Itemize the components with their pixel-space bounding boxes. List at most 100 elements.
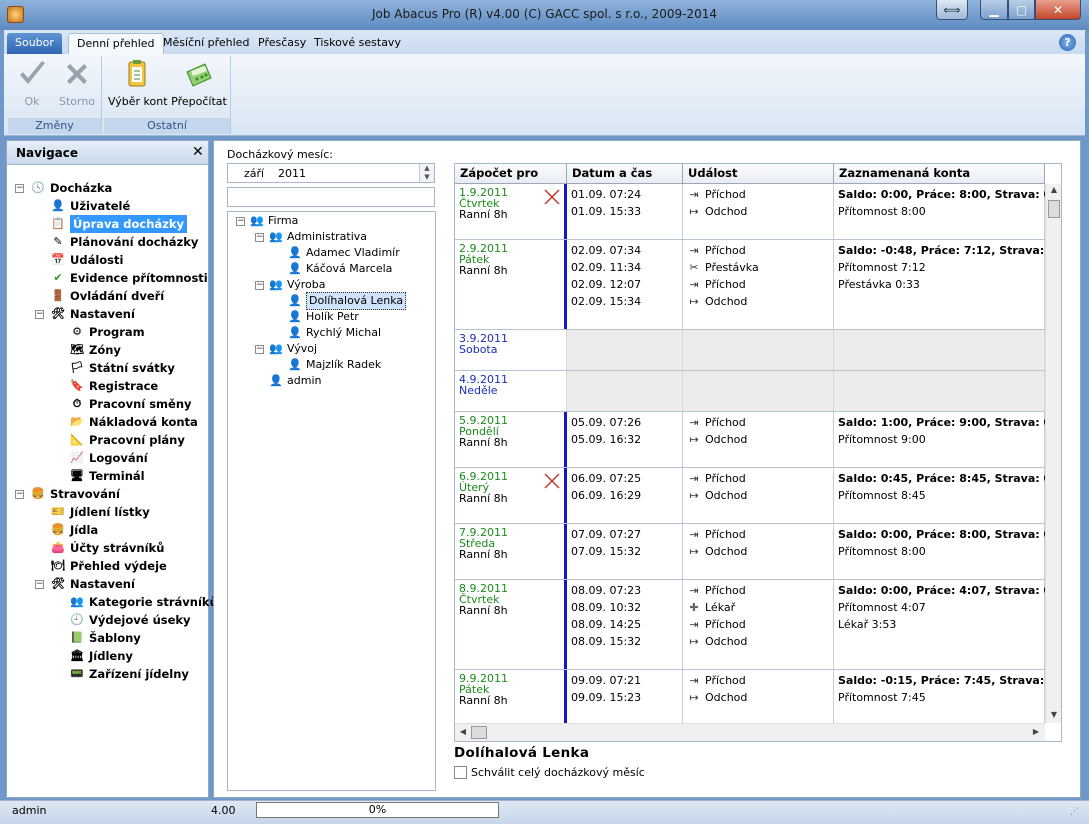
event-text: Příchod: [705, 674, 746, 687]
tab-prescasy[interactable]: Přesčasy: [250, 33, 314, 54]
nav-item-zarizeni-jidelny[interactable]: 📟 Zařízení jídelny: [70, 665, 189, 683]
nav-item-registrace[interactable]: 🔖 Registrace: [70, 377, 158, 395]
collapse-toggle[interactable]: −: [15, 184, 24, 193]
month-picker[interactable]: září 2011 ▲ ▼: [227, 163, 435, 183]
approve-month-checkbox[interactable]: Schválit celý docházkový měsíc: [454, 766, 645, 779]
nav-item-pracovni-smeny[interactable]: ⏱ Pracovní směny: [70, 395, 192, 413]
help-icon[interactable]: ?: [1059, 34, 1076, 51]
nav-item-jidleny[interactable]: 🏛 Jídleny: [70, 647, 133, 665]
nav-item-uzivatele[interactable]: 👤 Uživatelé: [51, 197, 130, 215]
nav-item-program[interactable]: ⚙ Program: [70, 323, 145, 341]
column-header-udalost[interactable]: Událost: [683, 164, 834, 184]
tree-node-firma[interactable]: 👥 Firma: [249, 213, 298, 229]
tab-tiskove-sestavy[interactable]: Tiskové sestavy: [306, 33, 409, 54]
scroll-left-icon[interactable]: ◀: [458, 727, 468, 739]
vyber-kont-button[interactable]: Výběr kont: [108, 58, 168, 108]
vertical-scrollbar[interactable]: ▲ ▼: [1045, 184, 1061, 723]
collapse-toggle[interactable]: −: [255, 345, 264, 354]
nav-item-kategorie-stravniku[interactable]: 👥 Kategorie strávníků: [70, 593, 218, 611]
nav-label: Státní svátky: [89, 361, 175, 375]
table-row-weekend[interactable]: 3.9.2011 Sobota: [455, 330, 1045, 371]
table-row[interactable]: 7.9.2011 Středa Ranní 8h 07.09. 07:27 07…: [455, 524, 1061, 580]
collapse-toggle[interactable]: −: [236, 217, 245, 226]
table-row[interactable]: 8.9.2011 Čtvrtek Ranní 8h 08.09. 07:23 0…: [455, 580, 1061, 670]
nav-item-udalosti[interactable]: 📅 Události: [51, 251, 123, 269]
spin-up-icon[interactable]: ▲: [420, 164, 434, 173]
scroll-thumb[interactable]: [1048, 200, 1060, 218]
collapse-toggle[interactable]: −: [35, 310, 44, 319]
nav-item-ucty-stravniku[interactable]: 👛 Účty strávníků: [51, 539, 164, 557]
storno-button[interactable]: Storno: [56, 58, 98, 108]
nav-item-vydejove-useky[interactable]: 🕘 Výdejové úseky: [70, 611, 190, 629]
nav-item-stravovani[interactable]: 🍔 Stravování: [31, 485, 120, 503]
nav-item-logovani[interactable]: 📈 Logování: [70, 449, 148, 467]
tree-node-administrativa[interactable]: 👥 Administrativa: [268, 229, 367, 245]
scroll-right-icon[interactable]: ▶: [1031, 727, 1041, 739]
ok-button[interactable]: Ok: [12, 58, 52, 108]
nav-item-terminal[interactable]: 🖥 Terminál: [70, 467, 145, 485]
collapse-toggle[interactable]: −: [15, 490, 24, 499]
nav-item-jidelni-listky[interactable]: 🎫 Jídlení lístky: [51, 503, 150, 521]
filter-input[interactable]: [227, 187, 435, 207]
month-spinner[interactable]: ▲ ▼: [419, 164, 434, 182]
nav-item-zony[interactable]: 🗺 Zóny: [70, 341, 121, 359]
nav-item-planovani[interactable]: ✎ Plánování docházky: [51, 233, 198, 251]
nav-item-ovladani-dveri[interactable]: 🚪 Ovládání dveří: [51, 287, 164, 305]
collapse-toggle[interactable]: −: [255, 281, 264, 290]
collapse-toggle[interactable]: −: [255, 233, 264, 242]
maximize-button[interactable]: ▢: [1008, 0, 1035, 20]
resize-grip-icon[interactable]: ⋰: [1070, 807, 1079, 817]
checkbox-box[interactable]: [454, 766, 467, 779]
scroll-down-icon[interactable]: ▼: [1048, 710, 1060, 722]
nav-item-dochazka[interactable]: 🕓 Docházka: [31, 179, 112, 197]
tab-soubor[interactable]: Soubor: [7, 33, 62, 54]
hscroll-thumb[interactable]: [471, 726, 487, 739]
tree-node-admin[interactable]: 👤 admin: [268, 373, 321, 389]
nav-item-prehled-vydeje[interactable]: 🍽 Přehled výdeje: [51, 557, 167, 575]
nav-close-icon[interactable]: ✕: [192, 144, 204, 160]
minimize-button[interactable]: ▁: [980, 0, 1008, 20]
tree-node-vyroba[interactable]: 👥 Výroba: [268, 277, 325, 293]
table-row[interactable]: 9.9.2011 Pátek Ranní 8h 09.09. 07:21 09.…: [455, 670, 1061, 726]
cell-udalost: ⇥ Příchod ✂ Přestávka ⇥ Příchod ↦ Odchod: [683, 240, 834, 329]
tab-mesicni-prehled[interactable]: Měsíční přehled: [155, 33, 257, 54]
tree-node-vyvoj[interactable]: 👥 Vývoj: [268, 341, 317, 357]
tree-node-employee[interactable]: 👤 Adamec Vladimír: [287, 245, 400, 261]
column-header-konta[interactable]: Zaznamenaná konta: [834, 164, 1045, 184]
nav-item-jidla[interactable]: 🍔 Jídla: [51, 521, 98, 539]
prepocitat-button[interactable]: Přepočítat: [170, 58, 228, 108]
tree-node-employee-selected[interactable]: 👤 Dolíhalová Lenka: [287, 292, 407, 310]
table-row-weekend[interactable]: 4.9.2011 Neděle: [455, 371, 1045, 412]
collapse-toggle[interactable]: −: [35, 580, 44, 589]
table-row[interactable]: 6.9.2011 Úterý Ranní 8h 06.09. 07:25 06.…: [455, 468, 1061, 524]
horizontal-scrollbar[interactable]: ◀ ▶: [455, 723, 1045, 741]
cell-datum: 05.09. 07:26 05.09. 16:32: [564, 412, 683, 467]
tree-node-employee[interactable]: 👤 Rychlý Michal: [287, 325, 381, 341]
tree-node-employee[interactable]: 👤 Káčová Marcela: [287, 261, 392, 277]
table-row[interactable]: 5.9.2011 Pondělí Ranní 8h 05.09. 07:26 0…: [455, 412, 1061, 468]
nav-item-nastaveni-stravovani[interactable]: 🛠 Nastavení: [51, 575, 135, 593]
close-window-button[interactable]: ✕: [1035, 0, 1081, 20]
row-day: Neděle: [459, 384, 498, 397]
tab-denni-prehled[interactable]: Denní přehled: [68, 33, 164, 54]
spin-down-icon[interactable]: ▼: [420, 173, 434, 182]
scroll-up-icon[interactable]: ▲: [1048, 185, 1060, 197]
column-header-zapocet[interactable]: Zápočet pro: [455, 164, 567, 184]
nav-item-sablony[interactable]: 📗 Šablony: [70, 629, 141, 647]
table-row[interactable]: 2.9.2011 Pátek Ranní 8h 02.09. 07:34 02.…: [455, 240, 1061, 330]
nav-item-pracovni-plany[interactable]: 📐 Pracovní plány: [70, 431, 185, 449]
nav-item-nastaveni[interactable]: 🛠 Nastavení: [51, 305, 135, 323]
nav-item-statni-svatky[interactable]: 🏳 Státní svátky: [70, 359, 175, 377]
tree-node-employee[interactable]: 👤 Majzlík Radek: [287, 357, 381, 373]
tree-label: Dolíhalová Lenka: [306, 292, 407, 310]
clock-icon: 🕘: [70, 613, 84, 626]
tree-node-employee[interactable]: 👤 Holík Petr: [287, 309, 359, 325]
nav-item-uprava-dochazky[interactable]: 📋 Úprava docházky: [51, 215, 187, 233]
event-entry: ⇥ Příchod: [687, 526, 745, 543]
cell-datum: 01.09. 07:24 01.09. 15:33: [564, 184, 683, 239]
table-row[interactable]: 1.9.2011 Čtvrtek Ranní 8h 01.09. 07:24 0…: [455, 184, 1061, 240]
column-header-datum[interactable]: Datum a čas: [567, 164, 683, 184]
nav-item-evidence[interactable]: ✔ Evidence přítomnosti: [51, 269, 207, 287]
restore-arrows-button[interactable]: ⟺: [936, 0, 968, 20]
nav-item-nakladova-konta[interactable]: 📂 Nákladová konta: [70, 413, 198, 431]
